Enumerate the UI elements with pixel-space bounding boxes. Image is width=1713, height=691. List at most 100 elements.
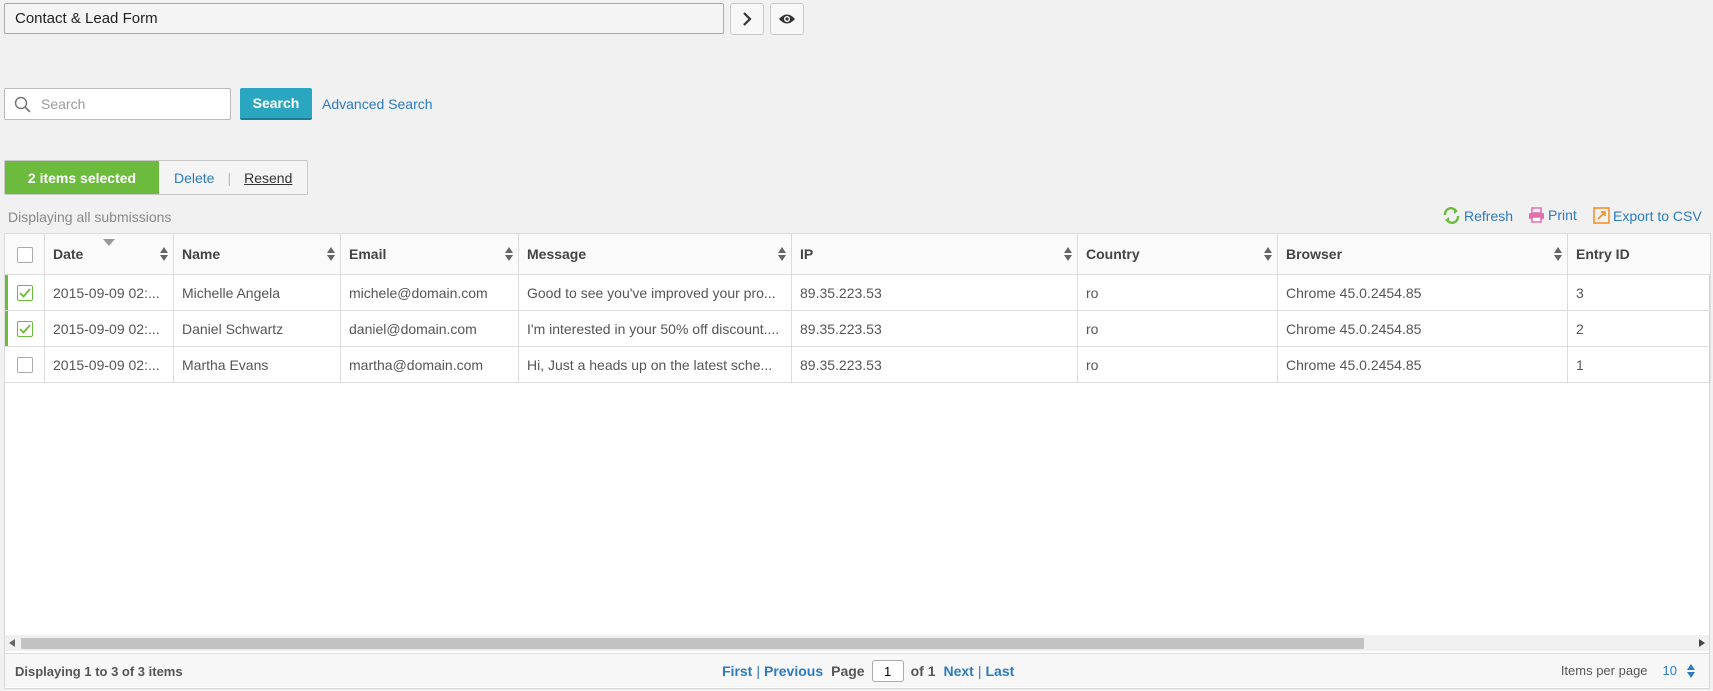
table-row[interactable]: 2015-09-09 02:... Martha Evans martha@do… [4,346,1711,383]
displaying-count: Displaying 1 to 3 of 3 items [15,664,183,679]
column-header-message[interactable]: Message [518,233,792,275]
column-header-browser[interactable]: Browser [1277,233,1568,275]
column-header-country[interactable]: Country [1077,233,1278,275]
cell-message: I'm interested in your 50% off discount.… [518,310,792,347]
print-link[interactable]: Print [1528,207,1577,223]
select-all-cell [4,233,45,275]
row-checkbox[interactable] [16,285,33,302]
delete-link[interactable]: Delete [174,170,214,186]
table-header-row: Date Name Email Message IP Country Brows… [4,233,1711,275]
cell-ip: 89.35.223.53 [791,310,1078,347]
search-input[interactable] [39,95,230,113]
separator: | [227,169,232,186]
cell-browser: Chrome 45.0.2454.85 [1277,274,1568,311]
resend-link[interactable]: Resend [244,170,292,186]
row-select-cell [4,346,45,383]
selected-count-badge: 2 items selected [5,161,159,194]
cell-email: martha@domain.com [340,346,519,383]
last-page-link[interactable]: Last [985,663,1014,679]
items-per-page: Items per page 10 [1561,663,1695,678]
separator: | [977,663,982,679]
refresh-label: Refresh [1464,207,1514,224]
search-button[interactable]: Search [240,88,312,120]
cell-entry-id: 3 [1567,274,1711,311]
selection-bar: 2 items selected Delete | Resend [4,160,308,195]
column-label: Name [182,246,221,262]
cell-browser: Chrome 45.0.2454.85 [1277,310,1568,347]
page-label: Page [831,663,865,679]
cell-ip: 89.35.223.53 [791,346,1078,383]
separator: | [756,663,760,679]
cell-name: Martha Evans [173,346,341,383]
cell-date: 2015-09-09 02:... [44,310,174,347]
spinner-arrows-icon[interactable] [1687,663,1695,678]
sort-icon [1064,247,1072,261]
column-header-ip[interactable]: IP [791,233,1078,275]
row-checkbox[interactable] [16,321,33,338]
status-text: Displaying all submissions [8,209,172,225]
submissions-table: Date Name Email Message IP Country Brows… [4,233,1711,383]
column-header-name[interactable]: Name [173,233,341,275]
table-row[interactable]: 2015-09-09 02:... Michelle Angela michel… [4,274,1711,311]
cell-date: 2015-09-09 02:... [44,346,174,383]
cell-date: 2015-09-09 02:... [44,274,174,311]
column-label: Browser [1286,246,1343,262]
select-all-checkbox[interactable] [16,246,33,263]
export-csv-link[interactable]: Export to CSV [1593,207,1702,224]
row-checkbox[interactable] [16,357,33,374]
printer-icon [1529,207,1544,223]
first-page-link[interactable]: First [722,663,752,679]
page-number-input[interactable] [871,660,904,682]
column-label: IP [800,246,814,262]
row-select-cell [4,310,45,347]
eye-icon [779,14,795,24]
row-select-cell [4,274,45,311]
sort-descending-icon [103,239,115,246]
cell-entry-id: 1 [1567,346,1711,383]
export-icon [1593,207,1610,224]
scroll-right-arrow-icon[interactable] [1695,635,1709,651]
cell-country: ro [1077,310,1278,347]
checkmark-icon [18,288,31,298]
column-label: Message [527,246,587,262]
refresh-link[interactable]: Refresh [1442,207,1513,224]
advanced-search-link[interactable]: Advanced Search [322,96,433,112]
go-button[interactable] [730,3,764,35]
items-per-page-select[interactable]: 10 [1663,663,1677,678]
print-label: Print [1548,207,1577,223]
form-selector[interactable]: Contact & Lead Form [4,3,724,34]
cell-browser: Chrome 45.0.2454.85 [1277,346,1568,383]
horizontal-scrollbar[interactable] [5,635,1709,651]
sort-icon [1554,247,1562,261]
cell-email: daniel@domain.com [340,310,519,347]
column-label: Country [1086,246,1140,262]
column-label: Email [349,246,387,262]
scroll-left-arrow-icon[interactable] [5,635,19,651]
cell-name: Michelle Angela [173,274,341,311]
column-header-entry-id[interactable]: Entry ID [1567,233,1711,275]
submissions-grid: Date Name Email Message IP Country Brows… [4,233,1711,689]
cell-ip: 89.35.223.53 [791,274,1078,311]
items-per-page-label: Items per page [1560,663,1648,678]
cell-name: Daniel Schwartz [173,310,341,347]
pagination: First | Previous Page of 1 Next | Last [722,660,1014,682]
search-icon [5,96,39,113]
preview-button[interactable] [770,3,804,35]
cell-entry-id: 2 [1567,310,1711,347]
cell-country: ro [1077,346,1278,383]
sort-icon [778,247,786,261]
chevron-right-icon [743,12,752,26]
previous-page-link[interactable]: Previous [764,663,823,679]
sort-icon [1264,247,1272,261]
checkmark-icon [18,324,31,334]
page-total: of 1 [910,663,936,679]
grid-footer: Displaying 1 to 3 of 3 items First | Pre… [5,653,1709,687]
search-box[interactable] [4,88,231,120]
next-page-link[interactable]: Next [943,663,973,679]
scrollbar-thumb[interactable] [21,638,1364,649]
table-row[interactable]: 2015-09-09 02:... Daniel Schwartz daniel… [4,310,1711,347]
column-header-date[interactable]: Date [44,233,174,275]
column-header-email[interactable]: Email [340,233,519,275]
column-label: Date [53,246,84,262]
sort-icon [160,247,168,261]
